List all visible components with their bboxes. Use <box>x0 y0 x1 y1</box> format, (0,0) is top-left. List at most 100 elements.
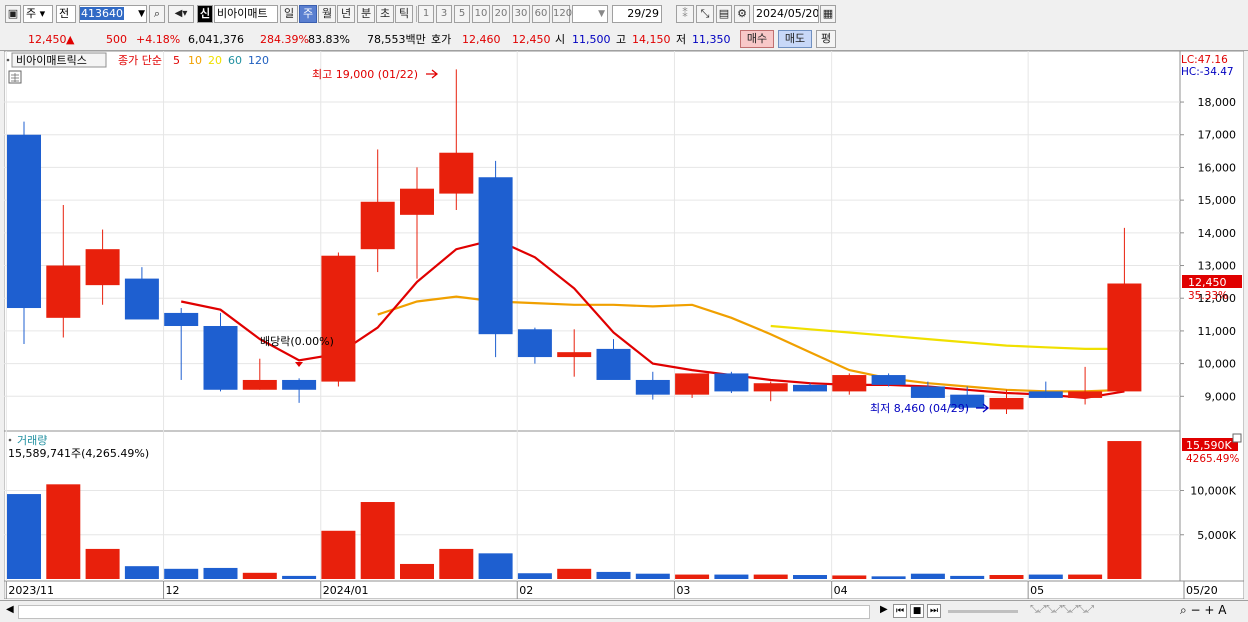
interval-20-button[interactable]: 20 <box>492 5 510 23</box>
candle-body <box>46 265 81 318</box>
volume-bar <box>517 573 552 579</box>
speaker-icon[interactable]: ◀▾ <box>168 5 194 23</box>
type-select[interactable]: 주 ▾ <box>23 5 53 23</box>
volume-bar <box>871 576 906 579</box>
search-icon[interactable]: ⌕ <box>149 5 165 23</box>
volume-bar <box>360 502 395 579</box>
save-icon[interactable]: ▤ <box>716 5 732 23</box>
sell-button[interactable]: 매도 <box>778 30 812 48</box>
volume-bar <box>439 548 474 579</box>
period-day-button[interactable]: 일 <box>280 5 298 23</box>
volume-panel-bg <box>4 430 1181 582</box>
scroll-left-icon[interactable]: ◀ <box>6 604 14 615</box>
interval-select[interactable]: ▼ <box>572 5 608 23</box>
candle-body <box>675 373 710 395</box>
volume-bar <box>203 567 238 579</box>
volume-bar <box>242 572 277 579</box>
volume-bar <box>950 575 985 579</box>
count-input[interactable]: 29/29 <box>612 5 662 23</box>
scroll-track[interactable] <box>18 605 870 619</box>
interval-3-button[interactable]: 3 <box>436 5 452 23</box>
period-second-button[interactable]: 초 <box>376 5 394 23</box>
price-tick-label: 10,000 <box>1198 358 1237 371</box>
volume-bar <box>124 566 159 579</box>
period-month-button[interactable]: 월 <box>318 5 336 23</box>
volume-bar <box>7 494 41 579</box>
price-tick-label: 17,000 <box>1198 129 1237 142</box>
ask-label: 호가 <box>431 33 452 46</box>
trade-volume: 6,041,376 <box>188 33 244 46</box>
date-input[interactable]: 2024/05/20 <box>753 5 819 23</box>
stock-code-input[interactable]: 413640 ▼ <box>79 5 147 23</box>
candle-body <box>871 375 906 385</box>
volume-bar <box>832 575 867 579</box>
date-tick-label: 12 <box>166 584 180 597</box>
volume-bar <box>85 548 120 579</box>
candle-body <box>400 188 434 215</box>
period-tick-button[interactable]: 틱 <box>395 5 413 23</box>
crosshair-icon[interactable]: ⤡ <box>696 5 714 23</box>
volume-bar <box>753 574 788 579</box>
panel-close-icon[interactable] <box>1232 433 1242 443</box>
period-week-button[interactable]: 주 <box>299 5 317 23</box>
chart-window-icon[interactable]: ▣ <box>5 5 21 23</box>
current-price-tag: 12,450 <box>1188 276 1227 289</box>
price-tick-label: 11,000 <box>1198 325 1237 338</box>
price-tick-label: 18,000 <box>1198 96 1237 109</box>
lc-label: LC:47.16 <box>1181 54 1228 66</box>
date-tick-label: 02 <box>519 584 533 597</box>
ma120-legend: 120 <box>248 54 269 67</box>
interval-5-button[interactable]: 5 <box>454 5 470 23</box>
candle-body <box>989 397 1024 410</box>
date-tick-label: 05 <box>1030 584 1044 597</box>
market-select[interactable]: 전 <box>56 5 76 23</box>
interval-1-button[interactable]: 1 <box>418 5 434 23</box>
volume-bar <box>400 563 434 579</box>
volume-bar <box>714 574 749 579</box>
last-page-icon[interactable]: ⏭ <box>927 604 941 618</box>
candle-body <box>164 312 199 327</box>
candle-body <box>1107 283 1142 392</box>
high-annotation: 최고 19,000 (01/22) <box>312 68 418 81</box>
avg-button[interactable]: 평 <box>816 30 836 48</box>
candle-body <box>242 379 277 390</box>
current-price-pct: 35.33% <box>1188 290 1228 302</box>
ma5-legend: 5 <box>173 54 180 67</box>
low-annotation: 최저 8,460 (04/29) <box>870 402 969 415</box>
hc-label: HC:-34.47 <box>1181 66 1234 78</box>
buy-button[interactable]: 매수 <box>740 30 774 48</box>
candle-body <box>635 379 670 395</box>
low-label: 저 <box>676 33 687 46</box>
zoom-slider[interactable] <box>948 610 1018 613</box>
interval-60-button[interactable]: 60 <box>532 5 550 23</box>
volume-bar <box>282 575 317 579</box>
scroll-right-icon[interactable]: ▶ <box>880 604 888 615</box>
zoom-controls-icon[interactable]: ⌕ − + A <box>1180 603 1226 618</box>
price-tick-label: 13,000 <box>1198 260 1237 273</box>
calendar-icon[interactable]: ▦ <box>820 5 836 23</box>
candle-body <box>1028 391 1063 398</box>
chart-area[interactable]: 9,000 10,000 11,000 12,000 13,000 14,000 15,00… <box>4 51 1244 599</box>
first-page-icon[interactable]: ⏮ <box>893 604 907 618</box>
interval-120-button[interactable]: 120 <box>552 5 572 23</box>
volume-tick-label: 5,000K <box>1197 529 1236 542</box>
period-minute-button[interactable]: 분 <box>357 5 375 23</box>
zoom-out-icon[interactable]: ⁑ <box>676 5 694 23</box>
drawing-tools-icon[interactable]: ⤡⤢⤡⤢⤡⤢⤡⤢ <box>1030 604 1094 615</box>
main-toolbar: ▣ 주 ▾ 전 413640 ▼ ⌕ ◀▾ 신 비아이매트 일 주 월 년 분 … <box>0 0 1248 30</box>
stop-icon[interactable]: ■ <box>910 604 924 618</box>
candle-body <box>793 384 827 392</box>
interval-10-button[interactable]: 10 <box>472 5 490 23</box>
period-year-button[interactable]: 년 <box>337 5 355 23</box>
code-dropdown-icon[interactable]: ▼ <box>138 6 145 22</box>
volume-bar <box>989 575 1024 579</box>
volume-bar <box>46 484 81 579</box>
candle-body <box>360 201 395 250</box>
volume-tick-label: 10,000K <box>1190 485 1236 498</box>
stock-chart-svg[interactable]: 9,00010,00011,00012,00013,00014,00015,00… <box>4 51 1244 599</box>
volume-bar <box>596 571 631 579</box>
up-arrow-icon: ▲ <box>66 33 75 46</box>
interval-30-button[interactable]: 30 <box>512 5 530 23</box>
gear-icon[interactable]: ⚙ <box>734 5 750 23</box>
date-tick-label: 04 <box>834 584 848 597</box>
